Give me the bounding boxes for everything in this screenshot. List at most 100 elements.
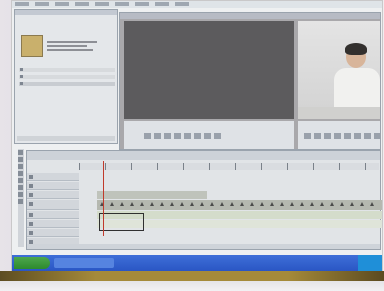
track-header[interactable]: [27, 211, 79, 219]
keyframe-triangle-icon[interactable]: [330, 202, 334, 206]
keyframe-triangle-icon[interactable]: [210, 202, 214, 206]
menu-item[interactable]: [155, 2, 169, 6]
keyframe-triangle-icon[interactable]: [340, 202, 344, 206]
keyframe-triangle-icon[interactable]: [300, 202, 304, 206]
project-bin-row[interactable]: [19, 68, 115, 72]
keyframe-triangle-icon[interactable]: [290, 202, 294, 206]
track-select-tool-icon[interactable]: [18, 157, 23, 162]
keyframe-triangle-icon[interactable]: [190, 202, 194, 206]
keyframe-triangle-icon[interactable]: [130, 202, 134, 206]
keyframe-triangle-icon[interactable]: [160, 202, 164, 206]
menu-item[interactable]: [115, 2, 129, 6]
keyframe-triangle-icon[interactable]: [310, 202, 314, 206]
keyframe-triangle-icon[interactable]: [150, 202, 154, 206]
keyframe-triangle-icon[interactable]: [250, 202, 254, 206]
play-button[interactable]: [314, 133, 321, 139]
track-header[interactable]: [27, 182, 79, 190]
keyframe-triangle-icon[interactable]: [230, 202, 234, 206]
track-header[interactable]: [27, 229, 79, 237]
keyframe-triangle-icon[interactable]: [200, 202, 204, 206]
project-panel: [14, 9, 118, 144]
lift-button[interactable]: [334, 133, 341, 139]
eye-icon[interactable]: [29, 184, 33, 188]
track-header[interactable]: [27, 200, 79, 210]
speaker-icon[interactable]: [29, 213, 33, 217]
program-controls: [298, 121, 381, 149]
film-clip-thumbnail-icon[interactable]: [21, 35, 43, 57]
keyframe-triangle-icon[interactable]: [370, 202, 374, 206]
keyframe-triangle-icon[interactable]: [170, 202, 174, 206]
keyframe-triangle-icon[interactable]: [260, 202, 264, 206]
keyframe-triangle-icon[interactable]: [350, 202, 354, 206]
overlay-button[interactable]: [204, 133, 211, 139]
video-clip[interactable]: [97, 191, 207, 199]
trim-button[interactable]: [354, 133, 361, 139]
monitor-window: [119, 12, 381, 150]
playhead[interactable]: [103, 161, 104, 236]
loop-button[interactable]: [214, 133, 221, 139]
keyframe-triangle-icon[interactable]: [360, 202, 364, 206]
project-clip-info: [47, 45, 87, 47]
project-bin-row[interactable]: [19, 75, 115, 79]
monitor-screen: [12, 1, 382, 271]
selection-tool-icon[interactable]: [18, 150, 23, 155]
desk-surface: [0, 271, 384, 291]
keyframe-triangle-icon[interactable]: [240, 202, 244, 206]
video-clip-keyframes[interactable]: [97, 200, 382, 225]
menu-item[interactable]: [35, 2, 49, 6]
eye-icon[interactable]: [29, 202, 33, 206]
system-tray[interactable]: [358, 255, 382, 271]
slip-tool-icon[interactable]: [18, 178, 23, 183]
keyframe-triangle-icon[interactable]: [140, 202, 144, 206]
eye-icon[interactable]: [29, 175, 33, 179]
start-button[interactable]: [14, 257, 50, 269]
eye-icon[interactable]: [29, 193, 33, 197]
keyframe-triangle-icon[interactable]: [110, 202, 114, 206]
program-transport-buttons: [304, 133, 381, 139]
taskbar-window-button[interactable]: [54, 258, 114, 268]
play-button[interactable]: [154, 133, 161, 139]
source-controls: [124, 121, 294, 149]
track-header[interactable]: [27, 220, 79, 228]
source-monitor-view: [124, 21, 294, 119]
menu-item[interactable]: [55, 2, 69, 6]
menu-item[interactable]: [15, 2, 29, 6]
mark-in-button[interactable]: [174, 133, 181, 139]
menu-item[interactable]: [95, 2, 109, 6]
menu-item[interactable]: [75, 2, 89, 6]
menu-item[interactable]: [135, 2, 149, 6]
export-frame-button[interactable]: [364, 133, 371, 139]
mark-out-button[interactable]: [184, 133, 191, 139]
step-forward-button[interactable]: [324, 133, 331, 139]
extract-button[interactable]: [344, 133, 351, 139]
keyframe-triangle-icon[interactable]: [280, 202, 284, 206]
insert-button[interactable]: [194, 133, 201, 139]
zoom-tool-icon[interactable]: [18, 199, 23, 204]
keyframe-triangle-icon[interactable]: [220, 202, 224, 206]
clip-selection-box[interactable]: [99, 213, 144, 231]
keyframe-triangle-icon[interactable]: [120, 202, 124, 206]
speaker-icon[interactable]: [29, 222, 33, 226]
project-panel-titlebar[interactable]: [15, 10, 117, 15]
time-ruler[interactable]: [79, 163, 379, 170]
step-back-button[interactable]: [144, 133, 151, 139]
razor-tool-icon[interactable]: [18, 171, 23, 176]
step-forward-button[interactable]: [164, 133, 171, 139]
keyframe-triangle-icon[interactable]: [270, 202, 274, 206]
hand-tool-icon[interactable]: [18, 192, 23, 197]
step-back-button[interactable]: [304, 133, 311, 139]
speaker-icon[interactable]: [29, 231, 33, 235]
timeline-scrollbar[interactable]: [27, 244, 380, 249]
timeline-panel: [26, 150, 382, 250]
track-header[interactable]: [27, 173, 79, 181]
menu-item[interactable]: [175, 2, 189, 6]
ripple-edit-tool-icon[interactable]: [18, 164, 23, 169]
keyframe-triangle-icon[interactable]: [180, 202, 184, 206]
pen-tool-icon[interactable]: [18, 185, 23, 190]
keyframe-triangle-icon[interactable]: [320, 202, 324, 206]
track-header[interactable]: [27, 191, 79, 199]
project-bin-row[interactable]: [19, 82, 115, 86]
bin-icon: [20, 68, 23, 71]
safe-margins-button[interactable]: [374, 133, 381, 139]
video-desk: [298, 107, 380, 119]
